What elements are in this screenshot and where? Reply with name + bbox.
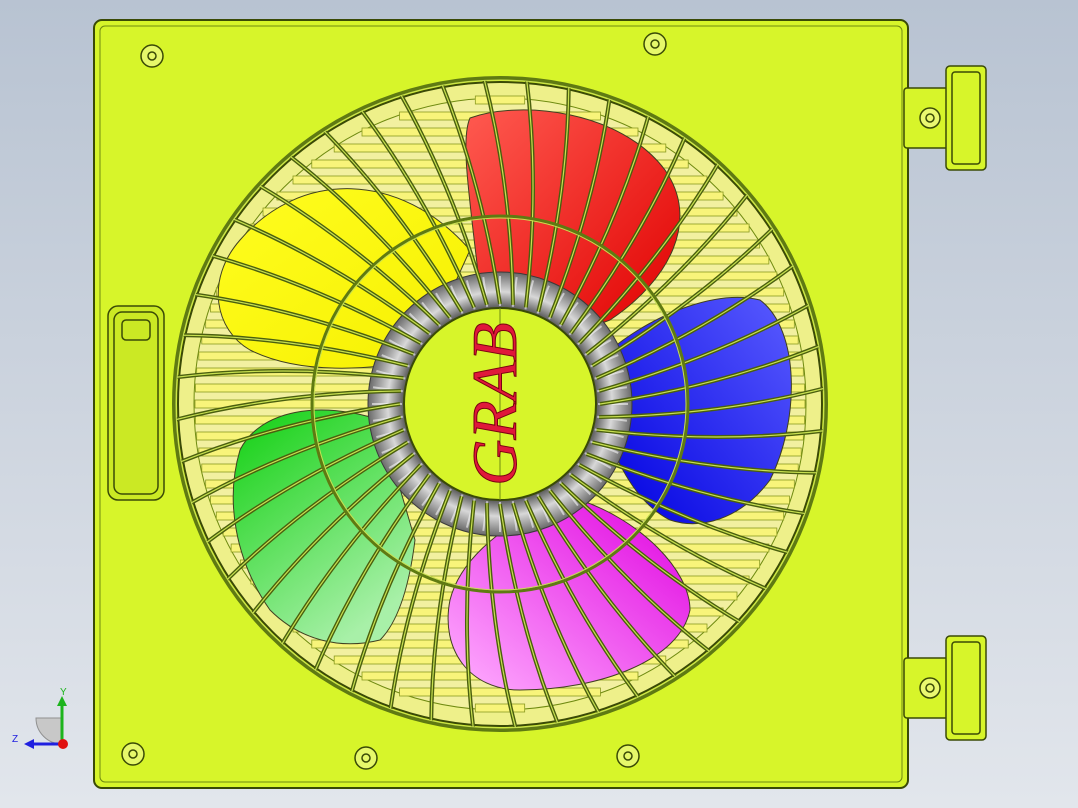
mounting-hole xyxy=(354,746,378,770)
axis-z-label: Z xyxy=(12,734,18,745)
axis-y-label: Y xyxy=(60,687,67,698)
hinge-bottom[interactable] xyxy=(903,635,987,741)
orientation-triad[interactable]: Y Z xyxy=(10,686,80,756)
hinge-top[interactable] xyxy=(903,65,987,171)
grab-logo: GRAB xyxy=(459,322,530,486)
mounting-hole xyxy=(140,44,164,68)
handle-slot[interactable] xyxy=(107,305,165,501)
grille-slat xyxy=(474,703,526,713)
mounting-hole xyxy=(643,32,667,56)
fan-housing-model[interactable]: GRAB xyxy=(0,0,1078,808)
cad-viewport[interactable]: GRAB Y Z xyxy=(0,0,1078,808)
grille-slat xyxy=(399,687,601,697)
mounting-hole xyxy=(616,744,640,768)
mounting-hole xyxy=(121,742,145,766)
grille-slat xyxy=(474,95,526,105)
